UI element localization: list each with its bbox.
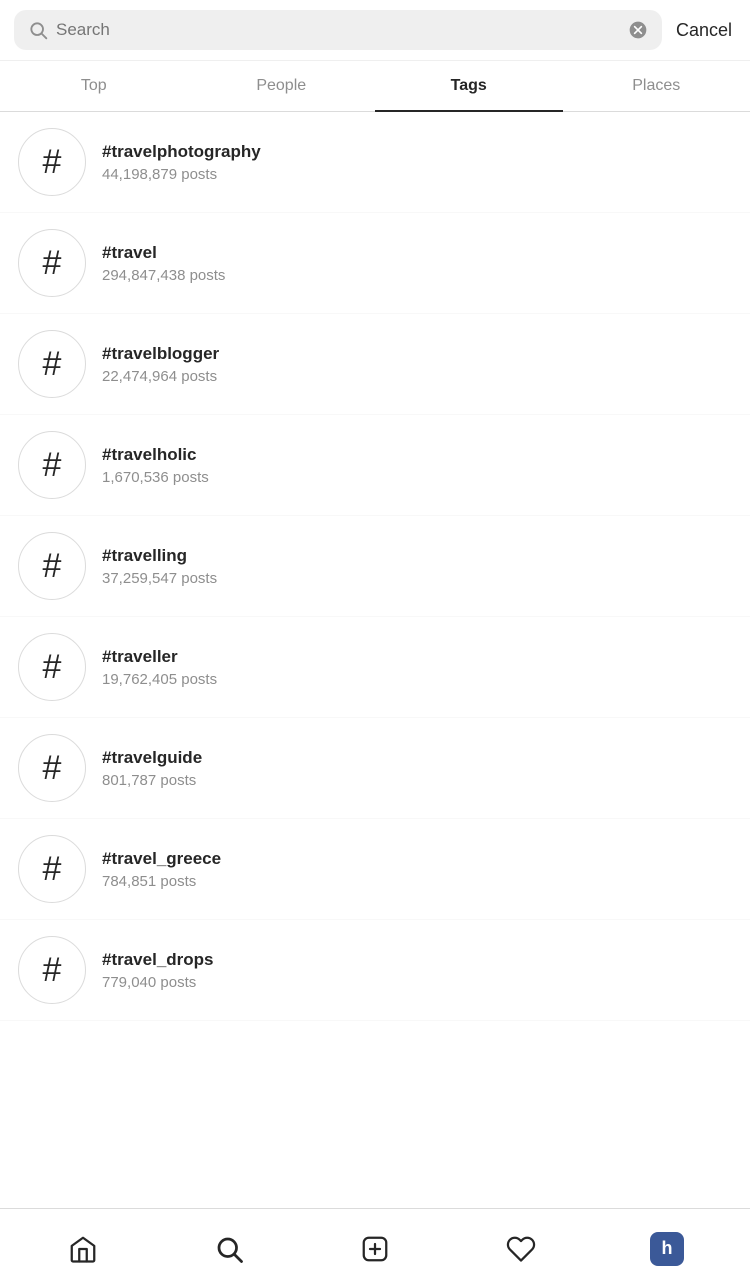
list-item[interactable]: # #travel_drops 779,040 posts <box>0 920 750 1021</box>
home-icon <box>68 1234 98 1264</box>
tag-name: #travelholic <box>102 445 209 465</box>
list-item[interactable]: # #travelholic 1,670,536 posts <box>0 415 750 516</box>
tag-name: #travel_drops <box>102 950 214 970</box>
profile-nav-item[interactable]: h <box>637 1219 697 1279</box>
hashtag-icon: # <box>18 128 86 196</box>
list-item[interactable]: # #travelphotography 44,198,879 posts <box>0 112 750 213</box>
clear-icon[interactable] <box>628 20 648 40</box>
add-icon <box>360 1234 390 1264</box>
add-nav-item[interactable] <box>345 1219 405 1279</box>
hashtag-icon: # <box>18 835 86 903</box>
hashtag-icon: # <box>18 431 86 499</box>
hashtag-icon: # <box>18 936 86 1004</box>
tab-people[interactable]: People <box>188 61 376 111</box>
hashtag-icon: # <box>18 229 86 297</box>
tag-list: # #travelphotography 44,198,879 posts # … <box>0 112 750 1021</box>
hashtag-icon: # <box>18 532 86 600</box>
tag-count: 37,259,547 posts <box>102 570 217 587</box>
tab-tags[interactable]: Tags <box>375 61 563 111</box>
hashtag-icon: # <box>18 330 86 398</box>
hashtag-icon: # <box>18 734 86 802</box>
tag-count: 1,670,536 posts <box>102 469 209 486</box>
search-bar: travel Cancel <box>0 0 750 61</box>
heart-icon <box>506 1234 536 1264</box>
search-icon <box>28 20 48 40</box>
tag-name: #travelguide <box>102 748 202 768</box>
tab-places[interactable]: Places <box>563 61 750 111</box>
tag-count: 784,851 posts <box>102 873 221 890</box>
tag-count: 779,040 posts <box>102 974 214 991</box>
tag-count: 44,198,879 posts <box>102 166 261 183</box>
search-input[interactable]: travel <box>56 20 620 40</box>
tag-name: #traveller <box>102 647 217 667</box>
list-item[interactable]: # #travelling 37,259,547 posts <box>0 516 750 617</box>
tag-name: #travelling <box>102 546 217 566</box>
cancel-button[interactable]: Cancel <box>672 20 736 41</box>
tag-name: #travel_greece <box>102 849 221 869</box>
search-input-wrapper: travel <box>14 10 662 50</box>
search-nav-icon <box>214 1234 244 1264</box>
hype-logo-icon: h <box>650 1232 684 1266</box>
tab-top[interactable]: Top <box>0 61 188 111</box>
hashtag-icon: # <box>18 633 86 701</box>
tag-name: #travel <box>102 243 225 263</box>
tag-name: #travelblogger <box>102 344 219 364</box>
list-item[interactable]: # #travelblogger 22,474,964 posts <box>0 314 750 415</box>
list-item[interactable]: # #travelguide 801,787 posts <box>0 718 750 819</box>
bottom-nav: h <box>0 1208 750 1288</box>
tag-count: 22,474,964 posts <box>102 368 219 385</box>
list-item[interactable]: # #travel 294,847,438 posts <box>0 213 750 314</box>
home-nav-item[interactable] <box>53 1219 113 1279</box>
list-item[interactable]: # #traveller 19,762,405 posts <box>0 617 750 718</box>
tag-count: 19,762,405 posts <box>102 671 217 688</box>
search-nav-item[interactable] <box>199 1219 259 1279</box>
tag-count: 294,847,438 posts <box>102 267 225 284</box>
tag-count: 801,787 posts <box>102 772 202 789</box>
list-item[interactable]: # #travel_greece 784,851 posts <box>0 819 750 920</box>
tabs: Top People Tags Places <box>0 61 750 112</box>
activity-nav-item[interactable] <box>491 1219 551 1279</box>
tag-name: #travelphotography <box>102 142 261 162</box>
